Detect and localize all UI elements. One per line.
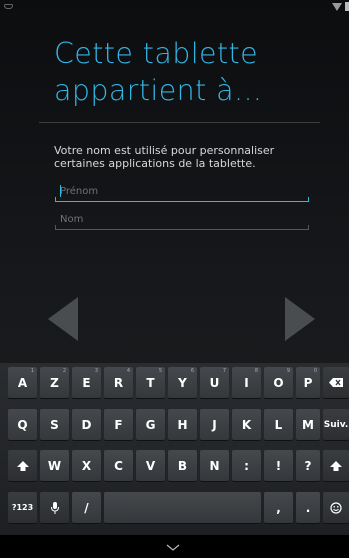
first-name-field[interactable]: Prénom (55, 184, 309, 202)
key-question[interactable]: ? (296, 450, 320, 481)
space-bar[interactable] (104, 492, 261, 523)
key-m[interactable]: M (296, 409, 320, 440)
next-key[interactable]: Suiv. (323, 409, 349, 440)
shift-key[interactable] (8, 450, 37, 481)
key-r[interactable]: R4 (104, 367, 133, 398)
mic-key[interactable] (40, 492, 69, 523)
key-c[interactable]: C (104, 450, 133, 481)
text-cursor (60, 185, 61, 197)
key-slash[interactable]: / (72, 492, 101, 523)
key-s[interactable]: S (40, 409, 69, 440)
microphone-icon (50, 501, 59, 514)
emoji-icon (330, 501, 342, 514)
key-b[interactable]: B (168, 450, 197, 481)
key-o[interactable]: O9 (264, 367, 293, 398)
key-colon[interactable]: : (232, 450, 261, 481)
setup-screen: Cette tablette appartient à... Votre nom… (0, 0, 349, 558)
key-q[interactable]: Q (8, 409, 37, 440)
key-w[interactable]: W (40, 450, 69, 481)
first-name-placeholder: Prénom (60, 186, 99, 197)
key-a[interactable]: A1 (8, 367, 37, 398)
key-p[interactable]: P0 (296, 367, 320, 398)
shift-icon (330, 460, 342, 471)
key-e[interactable]: E3 (72, 367, 101, 398)
emoji-key[interactable] (323, 492, 349, 523)
key-k[interactable]: K (232, 409, 261, 440)
key-u[interactable]: U7 (200, 367, 229, 398)
key-y[interactable]: Y6 (168, 367, 197, 398)
key-d[interactable]: D (72, 409, 101, 440)
last-name-placeholder: Nom (60, 214, 84, 225)
backspace-key[interactable] (323, 367, 349, 398)
page-title: Cette tablette appartient à... (54, 37, 263, 107)
key-f[interactable]: F (104, 409, 133, 440)
arrow-left-icon[interactable] (48, 297, 78, 341)
status-bar (0, 0, 349, 14)
shift-icon (16, 460, 29, 471)
title-divider (39, 122, 320, 123)
key-t[interactable]: T5 (136, 367, 165, 398)
shift-key-right[interactable] (323, 450, 349, 481)
backspace-icon (329, 378, 343, 387)
notification-icon (4, 4, 13, 9)
arrow-right-icon[interactable] (285, 297, 315, 341)
key-h[interactable]: H (168, 409, 197, 440)
chevron-down-icon[interactable] (166, 540, 180, 554)
symbols-key[interactable]: ?123 (8, 492, 37, 523)
key-v[interactable]: V (136, 450, 165, 481)
description-text: Votre nom est utilisé pour personnaliser… (54, 144, 275, 170)
key-comma[interactable]: , (264, 492, 293, 523)
wifi-icon (332, 3, 342, 11)
key-j[interactable]: J (200, 409, 229, 440)
key-period[interactable]: . (296, 492, 320, 523)
key-i[interactable]: I8 (232, 367, 261, 398)
key-n[interactable]: N (200, 450, 229, 481)
key-l[interactable]: L (264, 409, 293, 440)
battery-icon (345, 2, 349, 11)
key-x[interactable]: X (72, 450, 101, 481)
key-exclamation[interactable]: ! (264, 450, 293, 481)
last-name-field[interactable]: Nom (55, 212, 309, 230)
key-z[interactable]: Z2 (40, 367, 69, 398)
soft-keyboard: A1 Z2 E3 R4 T5 Y6 U7 I8 O9 P0 Q S D F G … (0, 363, 349, 535)
navigation-bar (0, 535, 349, 558)
key-g[interactable]: G (136, 409, 165, 440)
